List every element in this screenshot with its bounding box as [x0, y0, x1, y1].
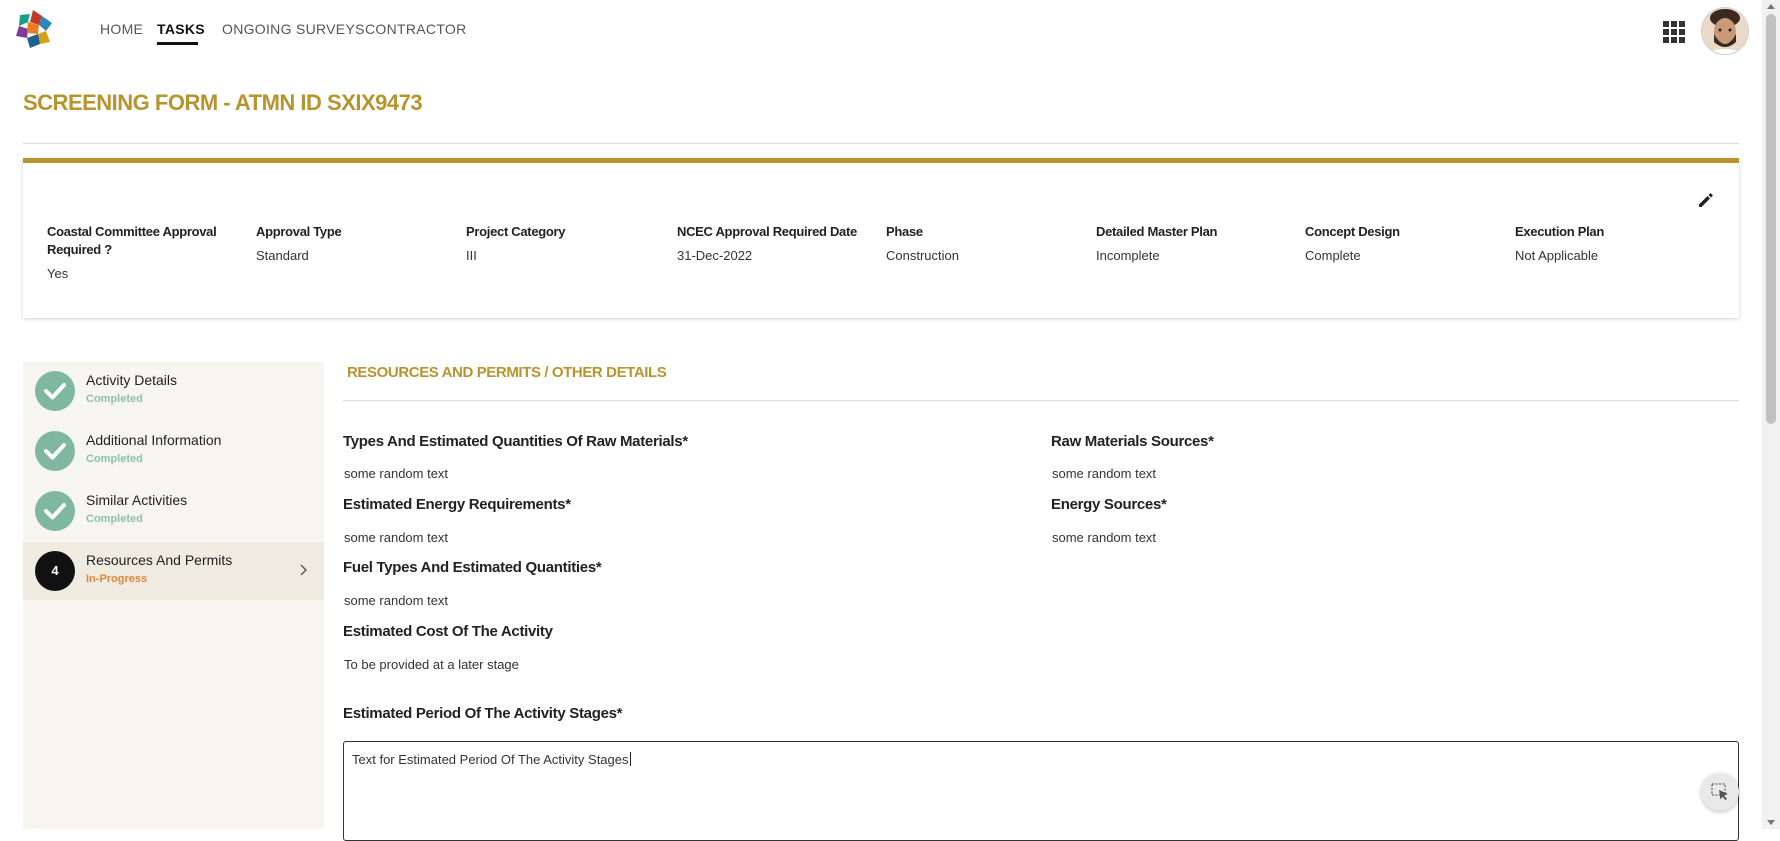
step-status: Completed — [86, 393, 143, 405]
stepper-sidebar: Activity Details Completed Additional In… — [23, 362, 324, 829]
raw-materials-label: Types And Estimated Quantities Of Raw Ma… — [343, 433, 688, 450]
step-activity-details[interactable]: Activity Details Completed — [23, 362, 324, 420]
page-scrollbar[interactable] — [1762, 0, 1780, 829]
step-title: Resources And Permits — [86, 552, 233, 568]
step-complete-badge — [35, 371, 75, 411]
field-label: Execution Plan — [1515, 224, 1604, 239]
field-value: 31-Dec-2022 — [677, 248, 753, 263]
summary-field-phase: Phase Construction — [886, 223, 1076, 263]
estimated-period-textarea[interactable]: Text for Estimated Period Of The Activit… — [343, 741, 1739, 841]
step-resources-and-permits[interactable]: 4 Resources And Permits In-Progress — [23, 542, 324, 600]
field-value: Construction — [886, 248, 959, 263]
text-caret — [629, 752, 631, 766]
fuel-types-value: some random text — [344, 593, 449, 608]
divider — [23, 143, 1739, 144]
summary-field-coastal-committee: Coastal Committee Approval Required ? Ye… — [47, 223, 237, 281]
step-title: Similar Activities — [86, 492, 188, 508]
field-label: Coastal Committee Approval Required ? — [47, 224, 217, 257]
step-number-badge: 4 — [35, 551, 75, 591]
nav-contractor[interactable]: CONTRACTOR — [365, 21, 467, 37]
chevron-right-icon — [300, 564, 307, 576]
check-icon — [44, 443, 66, 460]
field-value: Not Applicable — [1515, 248, 1599, 263]
step-complete-badge — [35, 491, 75, 531]
check-icon — [44, 383, 66, 400]
summary-card: Coastal Committee Approval Required ? Ye… — [23, 158, 1739, 318]
field-value: III — [466, 248, 477, 263]
summary-field-concept-design: Concept Design Complete — [1305, 223, 1495, 263]
top-navigation: HOME TASKS ONGOING SURVEYS CONTRACTOR — [0, 0, 1760, 60]
scroll-down-arrow-icon[interactable] — [1767, 820, 1775, 825]
estimated-period-label: Estimated Period Of The Activity Stages* — [343, 705, 623, 722]
field-label: Detailed Master Plan — [1096, 224, 1218, 239]
field-value: Yes — [47, 266, 69, 281]
energy-requirements-label: Estimated Energy Requirements* — [343, 496, 571, 513]
step-status: Completed — [86, 453, 143, 465]
step-status: In-Progress — [86, 573, 148, 585]
energy-requirements-value: some random text — [344, 530, 449, 545]
step-additional-information[interactable]: Additional Information Completed — [23, 422, 324, 480]
summary-field-project-category: Project Category III — [466, 223, 656, 263]
page-title: SCREENING FORM - ATMN ID SXIX9473 — [23, 90, 423, 115]
check-icon — [44, 503, 66, 520]
step-status: Completed — [86, 513, 143, 525]
textarea-text: Text for Estimated Period Of The Activit… — [352, 752, 629, 767]
fuel-types-label: Fuel Types And Estimated Quantities* — [343, 559, 602, 576]
app-logo-icon[interactable] — [12, 8, 54, 50]
field-value: Complete — [1305, 248, 1361, 263]
field-label: Project Category — [466, 224, 566, 239]
nav-active-indicator — [157, 42, 198, 45]
summary-field-master-plan: Detailed Master Plan Incomplete — [1096, 223, 1286, 263]
nav-ongoing-surveys[interactable]: ONGOING SURVEYS — [222, 21, 365, 37]
select-tool-button[interactable] — [1701, 773, 1739, 811]
field-label: Phase — [886, 224, 923, 239]
summary-field-approval-type: Approval Type Standard — [256, 223, 446, 263]
nav-tasks[interactable]: TASKS — [157, 21, 205, 37]
select-cursor-icon — [1711, 783, 1728, 801]
field-label: Approval Type — [256, 224, 342, 239]
scroll-up-arrow-icon[interactable] — [1767, 4, 1775, 9]
raw-sources-label: Raw Materials Sources* — [1051, 433, 1214, 450]
summary-field-ncec-date: NCEC Approval Required Date 31-Dec-2022 — [677, 223, 867, 263]
step-title: Additional Information — [86, 432, 222, 448]
section-title: RESOURCES AND PERMITS / OTHER DETAILS — [347, 364, 667, 381]
apps-grid-icon[interactable] — [1662, 20, 1686, 44]
summary-field-execution-plan: Execution Plan Not Applicable — [1515, 223, 1705, 263]
estimated-cost-label: Estimated Cost Of The Activity — [343, 623, 553, 640]
scrollbar-thumb[interactable] — [1766, 14, 1776, 424]
field-value: Incomplete — [1096, 248, 1160, 263]
raw-sources-value: some random text — [1052, 466, 1157, 481]
field-value: Standard — [256, 248, 309, 263]
field-label: Concept Design — [1305, 224, 1400, 239]
raw-materials-value: some random text — [344, 466, 449, 481]
step-similar-activities[interactable]: Similar Activities Completed — [23, 482, 324, 540]
avatar[interactable] — [1701, 7, 1749, 55]
energy-sources-label: Energy Sources* — [1051, 496, 1167, 513]
energy-sources-value: some random text — [1052, 530, 1157, 545]
step-title: Activity Details — [86, 372, 178, 388]
edit-pencil-icon[interactable] — [1696, 190, 1716, 210]
estimated-cost-value: To be provided at a later stage — [344, 657, 519, 672]
step-complete-badge — [35, 431, 75, 471]
divider — [343, 400, 1739, 401]
field-label: NCEC Approval Required Date — [677, 224, 857, 239]
nav-home[interactable]: HOME — [100, 21, 143, 37]
